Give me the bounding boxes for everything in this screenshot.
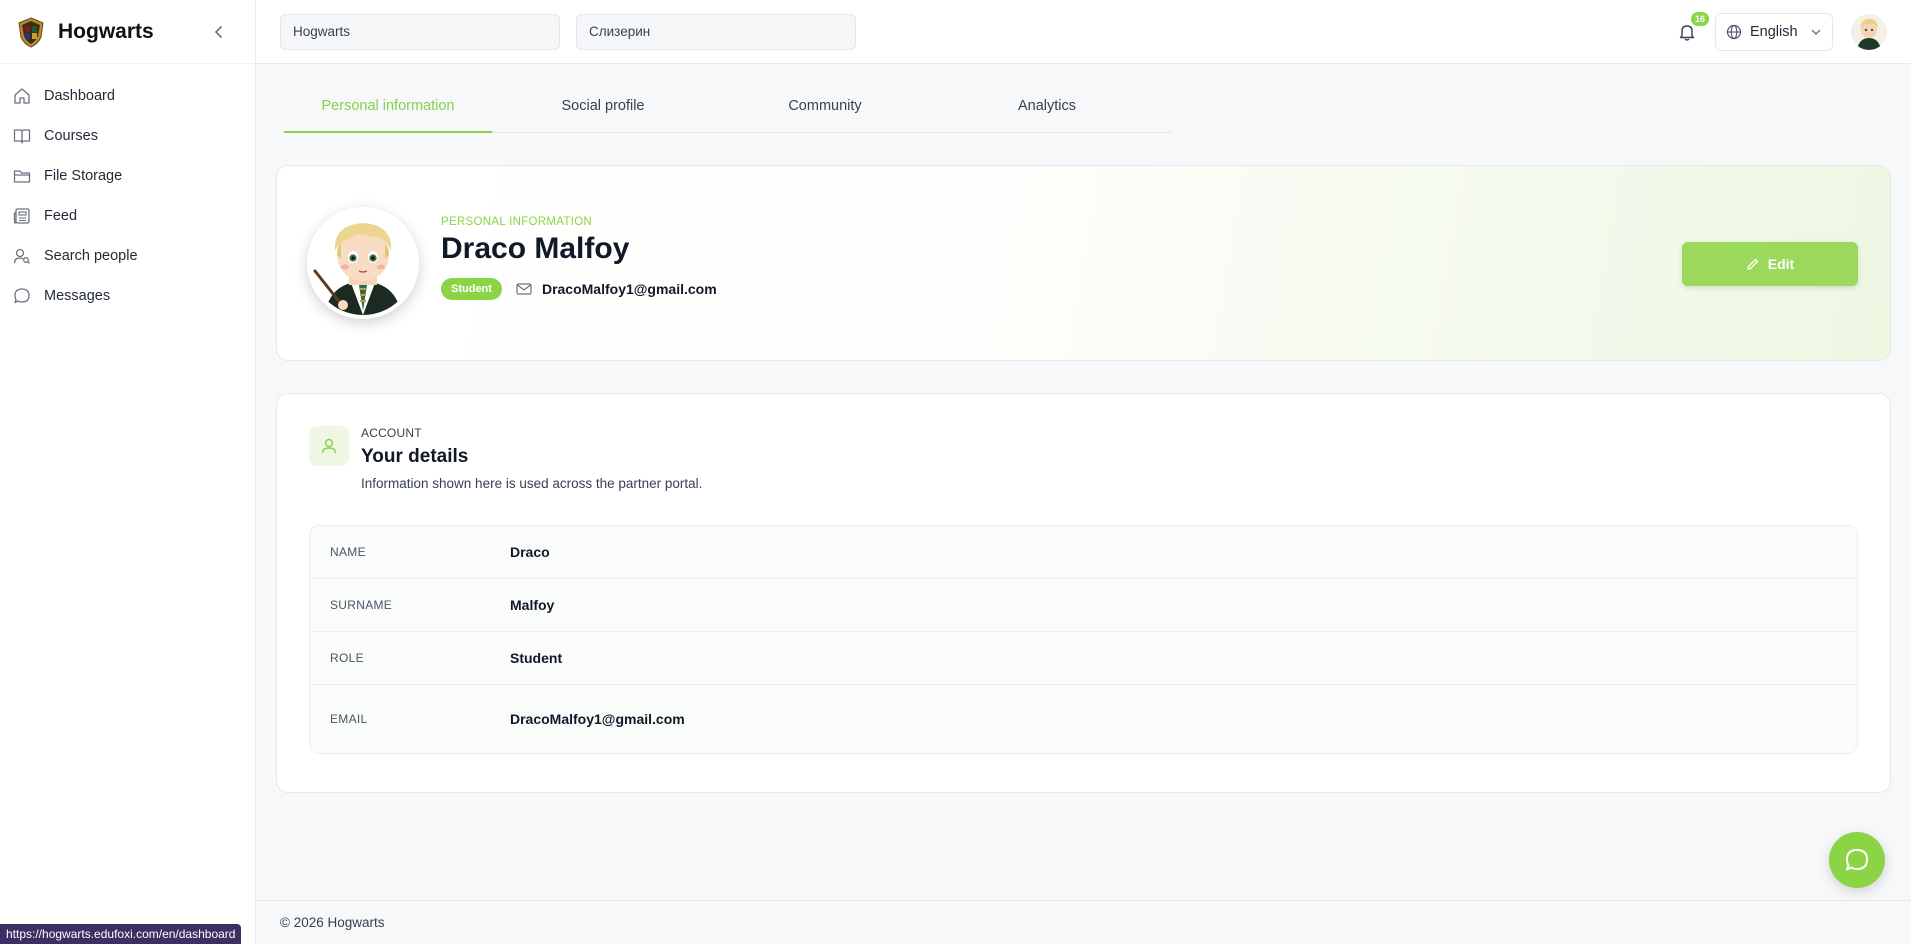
card-subtitle: Information shown here is used across th… bbox=[361, 476, 703, 491]
main-content: Personal information Social profile Comm… bbox=[256, 64, 1911, 900]
user-search-icon bbox=[12, 246, 32, 266]
sidebar-item-courses[interactable]: Courses bbox=[0, 116, 255, 156]
detail-value: Malfoy bbox=[510, 597, 555, 613]
detail-label: NAME bbox=[330, 545, 366, 559]
house-select-field[interactable] bbox=[576, 13, 856, 50]
sidebar-item-file-storage[interactable]: File Storage bbox=[0, 156, 255, 196]
notifications-button[interactable]: 16 bbox=[1673, 11, 1709, 46]
notification-count-badge: 16 bbox=[1690, 11, 1709, 26]
detail-label: SURNAME bbox=[330, 598, 393, 612]
sidebar-nav: Dashboard Courses File Storage Feed Sear… bbox=[0, 64, 255, 316]
detail-row-name: NAME Draco bbox=[310, 526, 1857, 579]
pencil-icon bbox=[1747, 258, 1758, 270]
chat-bubble-icon bbox=[1846, 849, 1868, 871]
mail-icon bbox=[516, 282, 532, 296]
tab-analytics[interactable]: Analytics bbox=[936, 88, 1158, 132]
sidebar-item-search-people[interactable]: Search people bbox=[0, 236, 255, 276]
profile-hero-card: PERSONAL INFORMATION Draco Malfoy Studen… bbox=[276, 165, 1891, 361]
chevron-left-icon bbox=[214, 25, 222, 38]
brand: Hogwarts bbox=[0, 0, 255, 64]
profile-avatar bbox=[307, 207, 419, 319]
footer: © 2026 Hogwarts bbox=[256, 900, 1911, 944]
topbar: 16 English bbox=[256, 0, 1911, 64]
sidebar-item-label: File Storage bbox=[44, 168, 123, 184]
detail-label: ROLE bbox=[330, 651, 364, 665]
section-eyebrow: PERSONAL INFORMATION bbox=[441, 216, 593, 228]
account-details-card: ACCOUNT Your details Information shown h… bbox=[276, 393, 1891, 793]
sidebar-item-label: Messages bbox=[44, 288, 111, 304]
hogwarts-crest-icon[interactable] bbox=[14, 15, 48, 49]
edit-button-label: Edit bbox=[1767, 256, 1795, 272]
tab-social-profile[interactable]: Social profile bbox=[492, 88, 714, 132]
app-name: Hogwarts bbox=[58, 19, 154, 43]
folder-icon bbox=[12, 166, 32, 186]
card-header-text: ACCOUNT Your details Information shown h… bbox=[361, 426, 702, 491]
role-badge: Student bbox=[441, 278, 502, 300]
detail-row-role: ROLE Student bbox=[310, 632, 1857, 685]
detail-value: DracoMalfoy1@gmail.com bbox=[510, 711, 685, 727]
sidebar-item-feed[interactable]: Feed bbox=[0, 196, 255, 236]
chevron-down-icon bbox=[1811, 29, 1821, 35]
topbar-actions: 16 English bbox=[1673, 11, 1887, 51]
detail-label: EMAIL bbox=[330, 712, 368, 726]
tab-personal-information[interactable]: Personal information bbox=[284, 88, 492, 133]
globe-icon bbox=[1726, 24, 1742, 39]
chat-bubble-icon bbox=[12, 286, 32, 306]
detail-row-email: EMAIL DracoMalfoy1@gmail.com bbox=[310, 685, 1857, 753]
sidebar-item-label: Search people bbox=[44, 248, 138, 264]
chat-fab-button[interactable] bbox=[1829, 832, 1885, 888]
newspaper-icon bbox=[12, 206, 32, 226]
user-avatar[interactable] bbox=[1851, 13, 1887, 50]
status-bar-url: https://hogwarts.edufoxi.com/en/dashboar… bbox=[0, 924, 242, 944]
card-eyebrow: ACCOUNT bbox=[361, 426, 422, 440]
detail-value: Student bbox=[510, 650, 563, 666]
sidebar-item-messages[interactable]: Messages bbox=[0, 276, 255, 316]
profile-name: Draco Malfoy bbox=[441, 232, 630, 265]
school-select-field[interactable] bbox=[280, 13, 560, 50]
card-header: ACCOUNT Your details Information shown h… bbox=[309, 426, 1858, 491]
edit-profile-button[interactable]: Edit bbox=[1682, 242, 1858, 286]
copyright-text: © 2026 Hogwarts bbox=[280, 915, 385, 930]
sidebar: Hogwarts Dashboard Courses File Storage bbox=[0, 0, 256, 944]
detail-value: Draco bbox=[510, 544, 550, 560]
collapse-sidebar-button[interactable] bbox=[209, 22, 229, 42]
sidebar-item-label: Feed bbox=[44, 208, 78, 224]
tab-community[interactable]: Community bbox=[714, 88, 936, 132]
details-table: NAME Draco SURNAME Malfoy ROLE Student E… bbox=[309, 525, 1858, 754]
profile-meta: Student DracoMalfoy1@gmail.com bbox=[441, 278, 717, 300]
home-icon bbox=[12, 86, 32, 106]
sidebar-item-dashboard[interactable]: Dashboard bbox=[0, 76, 255, 116]
card-title: Your details bbox=[361, 446, 469, 467]
user-icon bbox=[309, 426, 349, 466]
profile-summary: PERSONAL INFORMATION Draco Malfoy Studen… bbox=[441, 216, 717, 300]
book-icon bbox=[12, 126, 32, 146]
profile-email: DracoMalfoy1@gmail.com bbox=[541, 281, 717, 297]
detail-row-surname: SURNAME Malfoy bbox=[310, 579, 1857, 632]
language-label: English bbox=[1750, 23, 1798, 40]
sidebar-item-label: Courses bbox=[44, 128, 98, 144]
language-select[interactable]: English bbox=[1715, 12, 1833, 51]
sidebar-item-label: Dashboard bbox=[44, 88, 115, 104]
profile-tabs: Personal information Social profile Comm… bbox=[284, 88, 1172, 133]
